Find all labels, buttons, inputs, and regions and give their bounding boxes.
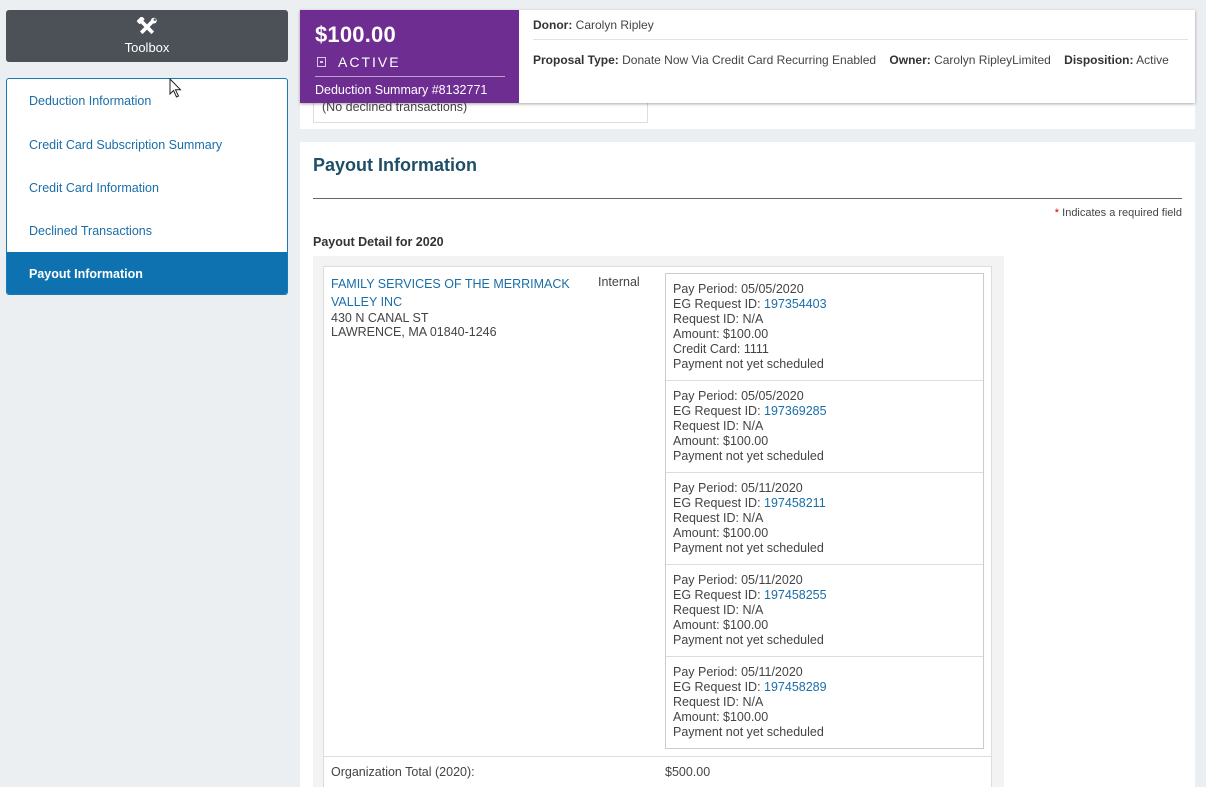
payment-amount: Amount: $100.00	[673, 618, 769, 632]
required-field-note: * Indicates a required field	[1055, 207, 1182, 219]
summary-meta-row: Proposal Type: Donate Now Via Credit Car…	[533, 40, 1188, 67]
eg-request-id-link[interactable]: 197354403	[764, 297, 827, 311]
payout-detail-table: FAMILY SERVICES OF THE MERRIMACK VALLEY …	[323, 266, 992, 787]
owner-value: Carolyn RipleyLimited	[934, 53, 1051, 67]
sidebar-item-credit-card-information[interactable]: Credit Card Information	[7, 166, 287, 209]
summary-donor-row: Donor: Carolyn Ripley	[533, 18, 1188, 40]
eg-request-id-link[interactable]: 197458289	[764, 680, 827, 694]
request-id: Request ID: N/A	[673, 695, 764, 709]
mouse-cursor-icon	[169, 78, 182, 98]
payout-detail-title: Payout Detail for 2020	[313, 235, 444, 249]
pay-period-item: Pay Period: 05/11/2020 EG Request ID: 19…	[666, 565, 983, 657]
pay-period-item: Pay Period: 05/11/2020 EG Request ID: 19…	[666, 473, 983, 565]
request-id: Request ID: N/A	[673, 511, 764, 525]
proposal-type-label: Proposal Type:	[533, 53, 619, 67]
summary-amount: $100.00	[315, 22, 396, 47]
org-row: FAMILY SERVICES OF THE MERRIMACK VALLEY …	[324, 267, 991, 757]
donor-value: Carolyn Ripley	[575, 18, 654, 32]
deduction-summary-id: #8132771	[431, 83, 488, 97]
deduction-summary-label: Deduction Summary	[315, 83, 429, 97]
donor-label: Donor:	[533, 18, 573, 32]
payment-status: Payment not yet scheduled	[673, 541, 824, 555]
summary-status-row: ACTIVE	[315, 54, 505, 77]
required-note-text: Indicates a required field	[1062, 207, 1182, 219]
org-name-link[interactable]: FAMILY SERVICES OF THE MERRIMACK VALLEY …	[331, 275, 598, 311]
pay-period-item: Pay Period: 05/05/2020 EG Request ID: 19…	[666, 274, 983, 381]
org-total-label: Organization Total (2020):	[331, 765, 475, 779]
credit-card: Credit Card: 1111	[673, 342, 769, 356]
eg-request-id-link[interactable]: 197369285	[764, 404, 827, 418]
sidebar-item-deduction-information[interactable]: Deduction Information	[7, 79, 287, 123]
summary-status-block: $100.00 ACTIVE Deduction Summary #813277…	[300, 10, 519, 103]
eg-request-label: EG Request ID:	[673, 588, 765, 602]
org-address-line2: LAWRENCE, MA 01840-1246	[331, 325, 497, 339]
payment-status: Payment not yet scheduled	[673, 633, 824, 647]
pay-periods-list: Pay Period: 05/05/2020 EG Request ID: 19…	[665, 273, 984, 749]
toolbox-label: Toolbox	[124, 40, 170, 55]
payout-divider	[313, 198, 1182, 199]
deduction-summary-card: $100.00 ACTIVE Deduction Summary #813277…	[300, 10, 1195, 103]
eg-request-row: EG Request ID: 197458255	[673, 588, 976, 603]
proposal-type-value: Donate Now Via Credit Card Recurring Ena…	[622, 53, 877, 67]
eg-request-label: EG Request ID:	[673, 297, 765, 311]
eg-request-label: EG Request ID:	[673, 404, 765, 418]
sidebar-item-declined-transactions[interactable]: Declined Transactions	[7, 209, 287, 252]
tools-icon	[136, 17, 157, 35]
pay-period-date: Pay Period: 05/05/2020	[673, 389, 804, 403]
eg-request-label: EG Request ID:	[673, 496, 765, 510]
sidebar-item-credit-card-subscription-summary[interactable]: Credit Card Subscription Summary	[7, 123, 287, 166]
eg-request-id-link[interactable]: 197458211	[764, 496, 826, 510]
payout-information-panel: Payout Information * Indicates a require…	[300, 142, 1195, 787]
pay-period-date: Pay Period: 05/11/2020	[673, 665, 803, 679]
pay-period-date: Pay Period: 05/11/2020	[673, 481, 803, 495]
org-address-line1: 430 N CANAL ST	[331, 311, 429, 325]
owner-label: Owner:	[889, 53, 931, 67]
disposition-value: Active	[1136, 53, 1169, 67]
org-type: Internal	[598, 275, 640, 289]
payout-title: Payout Information	[313, 155, 478, 175]
payment-amount: Amount: $100.00	[673, 526, 769, 540]
org-total-value: $500.00	[665, 765, 711, 779]
org-total-row: Organization Total (2020): $500.00	[324, 757, 991, 787]
disposition-label: Disposition:	[1064, 53, 1134, 67]
request-id: Request ID: N/A	[673, 419, 764, 433]
eg-request-row: EG Request ID: 197354403	[673, 297, 976, 312]
eg-request-row: EG Request ID: 197458211	[673, 496, 976, 511]
payment-status: Payment not yet scheduled	[673, 449, 824, 463]
org-info: FAMILY SERVICES OF THE MERRIMACK VALLEY …	[331, 273, 598, 749]
payment-status: Payment not yet scheduled	[673, 357, 824, 371]
toolbox-button[interactable]: Toolbox	[6, 10, 288, 62]
eg-request-label: EG Request ID:	[673, 680, 765, 694]
sidebar-nav: Deduction Information Credit Card Subscr…	[6, 78, 288, 295]
eg-request-row: EG Request ID: 197369285	[673, 404, 976, 419]
status-icon	[317, 57, 326, 67]
request-id: Request ID: N/A	[673, 603, 764, 617]
required-star: *	[1054, 207, 1060, 219]
eg-request-row: EG Request ID: 197458289	[673, 680, 976, 695]
payment-amount: Amount: $100.00	[673, 434, 769, 448]
pay-period-item: Pay Period: 05/11/2020 EG Request ID: 19…	[666, 657, 983, 748]
payment-amount: Amount: $100.00	[673, 710, 769, 724]
pay-period-date: Pay Period: 05/05/2020	[673, 282, 804, 296]
proposal-type-group: Proposal Type: Donate Now Via Credit Car…	[533, 53, 879, 67]
request-id: Request ID: N/A	[673, 312, 764, 326]
pay-period-item: Pay Period: 05/05/2020 EG Request ID: 19…	[666, 381, 983, 473]
summary-status: ACTIVE	[338, 54, 401, 70]
eg-request-id-link[interactable]: 197458255	[764, 588, 827, 602]
owner-group: Owner: Carolyn RipleyLimited	[889, 53, 1054, 67]
sidebar-item-payout-information[interactable]: Payout Information	[7, 252, 287, 294]
summary-details: Donor: Carolyn Ripley Proposal Type: Don…	[519, 10, 1195, 103]
disposition-group: Disposition: Active	[1064, 53, 1169, 67]
pay-period-date: Pay Period: 05/11/2020	[673, 573, 803, 587]
deduction-summary-line: Deduction Summary #8132771	[315, 83, 505, 97]
payment-status: Payment not yet scheduled	[673, 725, 824, 739]
payment-amount: Amount: $100.00	[673, 327, 769, 341]
payout-detail-container: FAMILY SERVICES OF THE MERRIMACK VALLEY …	[313, 256, 1004, 787]
